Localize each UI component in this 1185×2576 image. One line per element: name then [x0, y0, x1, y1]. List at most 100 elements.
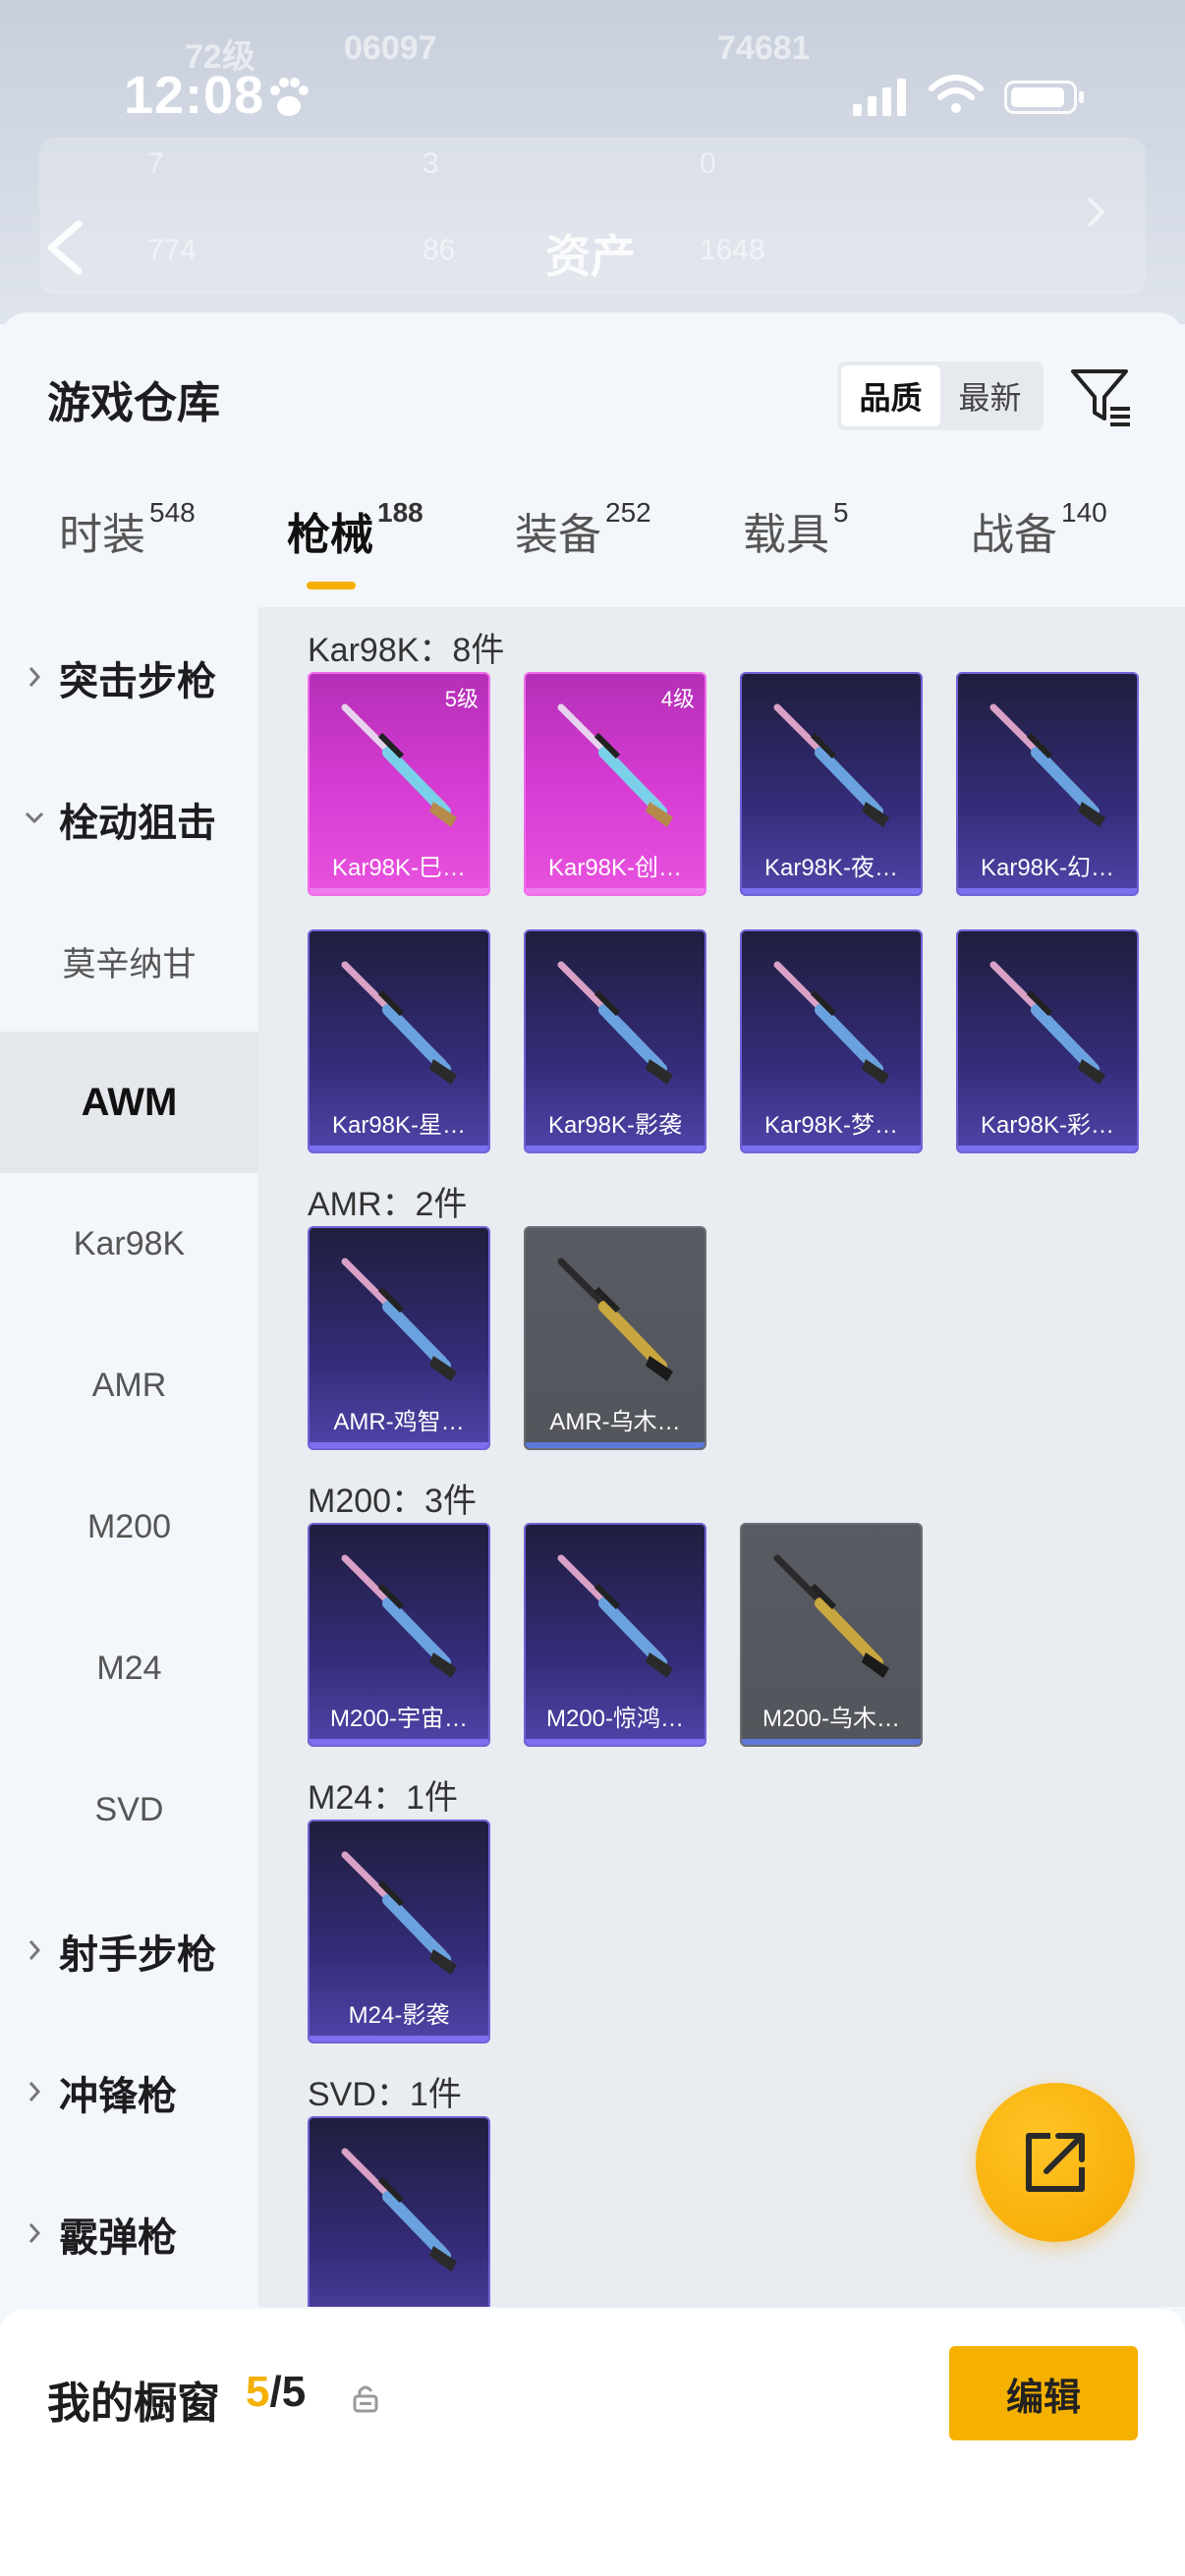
rifle-icon — [557, 1554, 673, 1678]
item-card[interactable]: M200-乌木… — [740, 1523, 923, 1747]
sidebar-group[interactable]: 栓动狙击 — [0, 749, 258, 890]
item-grid: Kar98K：8件 5级 Kar98K-巳… 4级 Kar98K-创… Kar98K-夜…… — [258, 607, 1185, 2307]
tab-supplies[interactable]: 战备 140 — [971, 497, 1107, 562]
showcase-total: 5 — [281, 2368, 307, 2416]
rarity-bar — [526, 1739, 705, 1745]
stat-value: 0 — [700, 147, 716, 180]
tab-count: 188 — [377, 497, 423, 528]
share-icon — [1026, 2133, 1085, 2192]
sidebar-item[interactable]: AWM — [0, 1032, 258, 1173]
tab-label: 装备 — [515, 511, 601, 559]
rifle-icon — [989, 703, 1105, 827]
tab-count: 140 — [1061, 497, 1107, 528]
item-name: Kar98K-梦… — [763, 1112, 899, 1139]
sidebar-item[interactable]: 莫辛纳甘 — [0, 890, 258, 1032]
tab-label: 载具 — [743, 511, 829, 559]
item-card[interactable]: 5级 Kar98K-巳… — [308, 672, 490, 896]
rarity-bar — [310, 1146, 488, 1151]
rifle-icon — [773, 961, 889, 1085]
tab-count: 5 — [833, 497, 849, 528]
item-card[interactable] — [308, 2116, 490, 2307]
rarity-bar — [526, 1442, 705, 1448]
item-card[interactable]: M200-宇宙… — [308, 1523, 490, 1747]
rifle-icon — [341, 1851, 457, 1975]
item-name: Kar98K-巳… — [331, 855, 467, 881]
sort-option-newest[interactable]: 最新 — [940, 365, 1040, 426]
category-sidebar: 突击步枪栓动狙击莫辛纳甘 AWM Kar98K AMR M200 M24 SVD 射手步枪 冲锋… — [0, 607, 258, 2307]
sidebar-group[interactable]: 霰弹枪 — [0, 2163, 258, 2305]
background-header: 72级 06097 74681 7 3 0 774 86 1648 资产 — [0, 0, 1185, 324]
sidebar-item[interactable]: AMR — [0, 1315, 258, 1456]
edit-button[interactable]: 编辑 — [949, 2346, 1138, 2440]
sidebar-item[interactable]: SVD — [0, 1739, 258, 1880]
rifle-icon — [557, 1258, 673, 1381]
item-card[interactable]: Kar98K-夜… — [740, 672, 923, 896]
sort-segmented-control: 品质 最新 — [837, 362, 1044, 430]
rifle-icon — [773, 1554, 889, 1678]
sidebar-item-label: 霰弹枪 — [59, 2216, 177, 2260]
signal-icon — [853, 79, 906, 116]
chevron-right-icon — [28, 2223, 41, 2243]
showcase-bar: 我的橱窗 5/5 编辑 — [0, 2309, 1185, 2576]
sidebar-item-label: AMR — [91, 1366, 167, 1404]
clock: 12:08 — [124, 66, 265, 125]
tab-guns[interactable]: 枪械 188 — [287, 497, 423, 562]
rarity-bar — [958, 888, 1137, 894]
rarity-bar — [742, 1146, 921, 1151]
rifle-icon — [557, 703, 673, 827]
sidebar-item[interactable]: M24 — [0, 1597, 258, 1739]
sidebar-item-label: 突击步枪 — [59, 660, 216, 703]
item-card[interactable]: Kar98K-幻… — [956, 672, 1139, 896]
share-button[interactable] — [976, 2083, 1135, 2242]
item-card[interactable]: Kar98K-彩… — [956, 929, 1139, 1153]
chevron-right-icon — [28, 667, 41, 687]
section-header: AMR：2件 — [308, 1186, 468, 1223]
tab-count: 548 — [149, 497, 196, 528]
showcase-count: 5/5 — [246, 2368, 306, 2417]
item-card[interactable]: Kar98K-星… — [308, 929, 490, 1153]
sidebar-item-label: 莫辛纳甘 — [62, 945, 197, 983]
tab-label: 战备 — [971, 511, 1057, 559]
rifle-icon — [341, 2148, 457, 2271]
sidebar-item[interactable]: Kar98K — [0, 1173, 258, 1315]
rifle-icon — [773, 703, 889, 827]
tab-fashion[interactable]: 时装 548 — [59, 497, 196, 562]
section-header: SVD：1件 — [308, 2076, 462, 2113]
sidebar-item-label: AWM — [81, 1080, 178, 1124]
rifle-icon — [341, 703, 457, 827]
item-name: Kar98K-影袭 — [547, 1112, 683, 1139]
item-card[interactable]: AMR-鸡智… — [308, 1226, 490, 1450]
level-badge: 4级 — [660, 687, 695, 711]
back-arrow-icon[interactable] — [41, 218, 86, 277]
item-card[interactable]: Kar98K-影袭 — [524, 929, 706, 1153]
item-card[interactable]: Kar98K-梦… — [740, 929, 923, 1153]
stat-value: 774 — [147, 234, 198, 266]
warehouse-sheet: 游戏仓库 品质 最新 时装 548 枪械 188 装备 252 载具 5 战备 140 突… — [0, 312, 1185, 2576]
showcase-current: 5 — [246, 2368, 270, 2416]
tab-vehicles[interactable]: 载具 5 — [743, 497, 849, 562]
item-card[interactable]: M24-影袭 — [308, 1820, 490, 2044]
item-name: Kar98K-彩… — [980, 1112, 1115, 1139]
sidebar-item[interactable]: M200 — [0, 1456, 258, 1597]
sidebar-group[interactable]: 突击步枪 — [0, 607, 258, 749]
item-card[interactable]: AMR-乌木… — [524, 1226, 706, 1450]
sidebar-group[interactable]: 冲锋枪 — [0, 2022, 258, 2163]
rifle-icon — [341, 1554, 457, 1678]
sort-option-quality[interactable]: 品质 — [841, 365, 940, 426]
item-name: AMR-乌木… — [549, 1409, 681, 1435]
chevron-right-icon — [28, 2082, 41, 2101]
item-name: M200-惊鸿… — [545, 1706, 685, 1732]
item-card[interactable]: M200-惊鸿… — [524, 1523, 706, 1747]
chevron-down-icon — [25, 812, 44, 824]
paw-icon — [270, 78, 309, 116]
sidebar-group[interactable]: 射手步枪 — [0, 1880, 258, 2022]
rarity-bar — [310, 888, 488, 894]
filter-icon[interactable] — [1067, 362, 1136, 430]
item-card[interactable]: 4级 Kar98K-创… — [524, 672, 706, 896]
status-bar: 12:08 — [0, 59, 1185, 138]
tab-equipment[interactable]: 装备 252 — [515, 497, 651, 562]
sidebar-item-label: M24 — [96, 1649, 162, 1687]
rarity-bar — [526, 888, 705, 894]
sidebar-item-label: Kar98K — [73, 1224, 186, 1262]
stat-value: 1648 — [700, 234, 765, 266]
